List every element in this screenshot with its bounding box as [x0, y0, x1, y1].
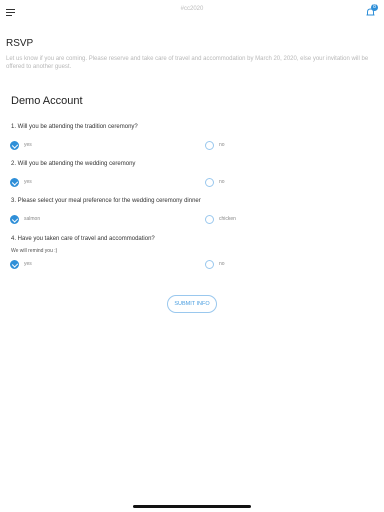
page-title: RSVP — [6, 38, 34, 49]
question-3-option-salmon[interactable]: salmon — [10, 214, 40, 224]
question-4-hint: We will remind you :) — [11, 248, 58, 254]
radio-checked-icon[interactable] — [10, 259, 19, 269]
radio-checked-icon[interactable] — [10, 214, 19, 224]
question-4-option-yes[interactable]: yes — [10, 259, 32, 269]
radio-unchecked-icon[interactable] — [205, 140, 214, 150]
option-label: salmon — [24, 216, 41, 222]
intro-text: Let us know if you are coming. Please re… — [6, 56, 369, 70]
question-1-text: 1. Will you be attending the tradition c… — [11, 124, 138, 130]
question-4-text: 4. Have you taken care of travel and acc… — [11, 236, 155, 242]
option-label: no — [219, 142, 225, 148]
radio-checked-icon[interactable] — [10, 140, 19, 150]
question-4-option-no[interactable]: no — [205, 259, 225, 269]
question-3-option-chicken[interactable]: chicken — [205, 214, 236, 224]
submit-info-button[interactable]: SUBMIT INFO — [167, 295, 217, 313]
option-label: chicken — [219, 216, 236, 222]
radio-checked-icon[interactable] — [10, 177, 19, 187]
question-2-option-yes[interactable]: yes — [10, 177, 32, 187]
radio-unchecked-icon[interactable] — [205, 259, 214, 269]
account-name: Demo Account — [11, 95, 83, 107]
question-1-option-yes[interactable]: yes — [10, 140, 32, 150]
home-indicator — [133, 505, 251, 508]
option-label: yes — [24, 179, 32, 185]
radio-unchecked-icon[interactable] — [205, 177, 214, 187]
question-2-option-no[interactable]: no — [205, 177, 225, 187]
option-label: yes — [24, 142, 32, 148]
question-1-option-no[interactable]: no — [205, 140, 225, 150]
option-label: yes — [24, 261, 32, 267]
question-3-text: 3. Please select your meal preference fo… — [11, 198, 201, 204]
question-2-text: 2. Will you be attending the wedding cer… — [11, 161, 136, 167]
app-title: #cc2020 — [180, 6, 204, 12]
top-bar: #cc2020 8 — [0, 0, 384, 20]
option-label: no — [219, 179, 225, 185]
option-label: no — [219, 261, 225, 267]
notification-count-badge: 8 — [371, 4, 378, 11]
notification-button[interactable]: 8 — [365, 4, 378, 16]
radio-unchecked-icon[interactable] — [205, 214, 214, 224]
